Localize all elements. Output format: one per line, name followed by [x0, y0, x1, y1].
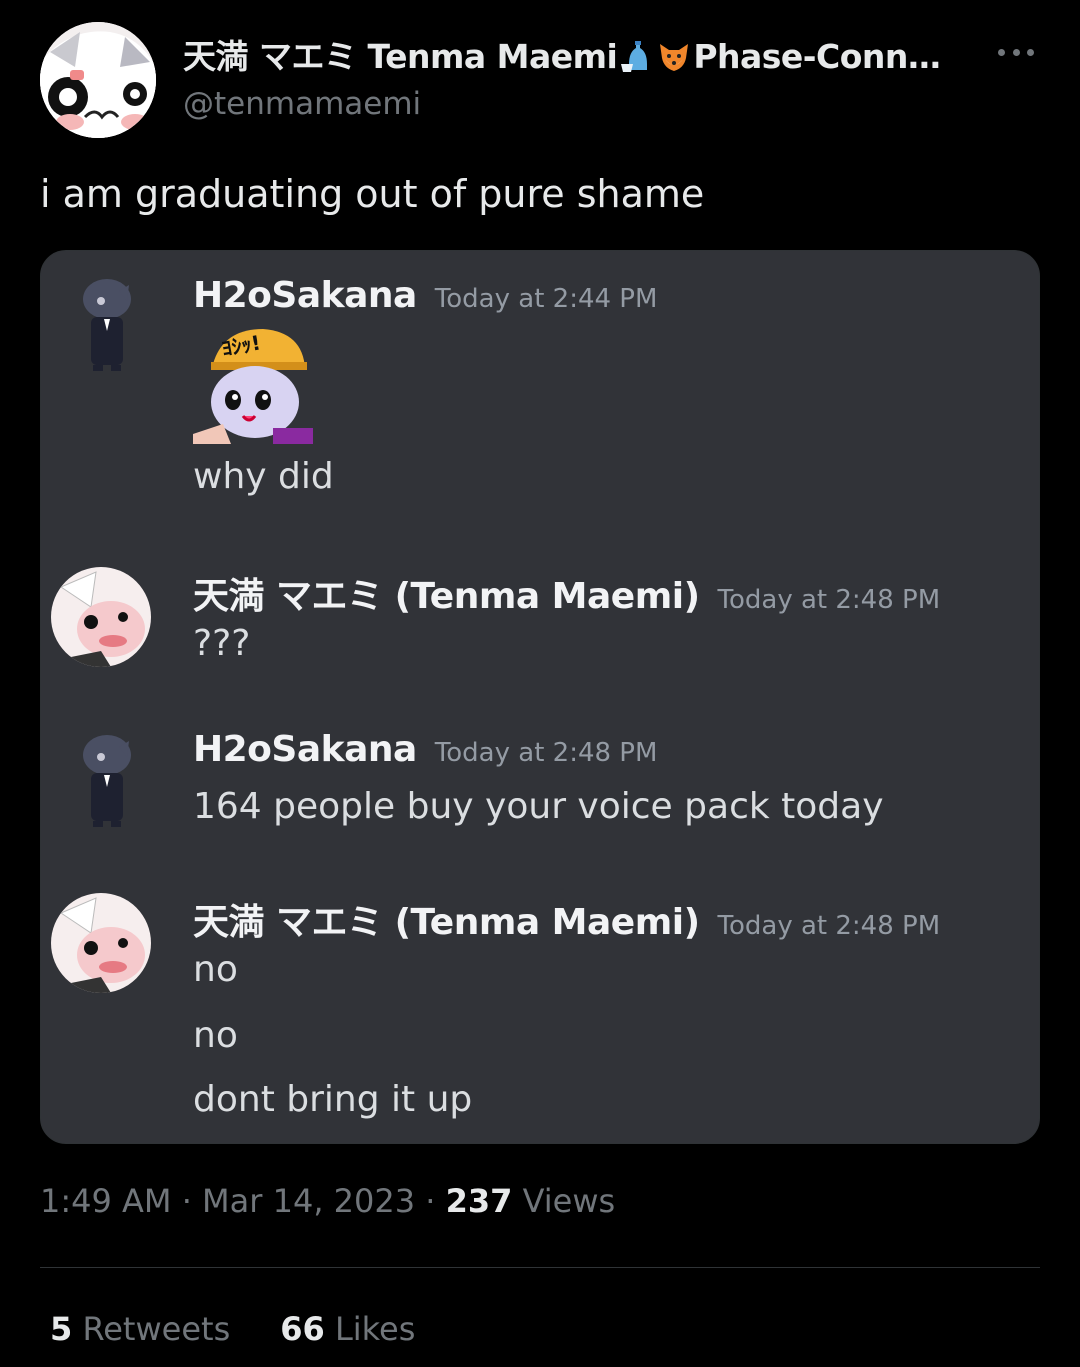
retweets-stat[interactable]: 5 Retweets: [50, 1310, 230, 1348]
more-options-icon[interactable]: [998, 42, 1034, 62]
sticker-image: ﾖｼｯ!: [193, 324, 313, 444]
author-handle[interactable]: @tenmamaemi: [183, 86, 940, 122]
h2osakana-avatar: [59, 271, 169, 381]
tweet-media-image[interactable]: H2oSakana Today at 2:44 PM ﾖｼｯ! why did: [40, 250, 1040, 1144]
sticker-art: ﾖｼｯ!: [193, 329, 313, 444]
tweet-time[interactable]: 1:49 AM: [40, 1182, 172, 1220]
divider: [40, 1267, 1040, 1268]
author-name-block: 天満 マエミ Tenma Maemi Phase-Conn… @tenmamae…: [183, 30, 941, 122]
message-text: why did: [193, 456, 334, 497]
likes-count: 66: [280, 1310, 325, 1348]
fox-icon: [660, 44, 689, 71]
more-dot: [1027, 48, 1034, 56]
display-name-suffix: Phase-Conn…: [693, 37, 941, 76]
message-username[interactable]: H2oSakana: [193, 729, 417, 770]
message-header: H2oSakana Today at 2:48 PM: [193, 729, 657, 770]
message-header: 天満 マエミ (Tenma Maemi) Today at 2:48 PM: [193, 893, 940, 945]
message-timestamp: Today at 2:48 PM: [717, 585, 941, 615]
tenma-avatar-image: [51, 893, 151, 993]
message-timestamp: Today at 2:48 PM: [717, 911, 941, 941]
message-text: no: [193, 949, 238, 990]
h2osakana-avatar: [59, 727, 169, 837]
h2osakana-avatar-image: [83, 279, 131, 371]
sake-icon: [621, 41, 648, 72]
message-username[interactable]: 天満 マエミ (Tenma Maemi): [193, 576, 700, 617]
tenma-maemi-avatar: [51, 893, 151, 993]
message-text: ???: [193, 623, 251, 664]
more-dot: [998, 48, 1005, 56]
likes-stat[interactable]: 66 Likes: [280, 1310, 415, 1348]
message-timestamp: Today at 2:44 PM: [434, 284, 658, 314]
message-timestamp: Today at 2:48 PM: [434, 738, 658, 768]
views-count: 237: [445, 1182, 513, 1220]
author-avatar-image: [40, 22, 156, 138]
message-header: 天満 マエミ (Tenma Maemi) Today at 2:48 PM: [193, 567, 940, 619]
tenma-avatar-image: [51, 567, 151, 667]
message-text: no: [193, 1015, 238, 1056]
message-text: 164 people buy your voice pack today: [193, 786, 884, 827]
message-text: dont bring it up: [193, 1079, 473, 1120]
likes-label: Likes: [334, 1310, 416, 1348]
more-dot: [1012, 48, 1020, 56]
retweets-count: 5: [50, 1310, 73, 1348]
engagement-stats: 5 Retweets 66 Likes: [50, 1310, 415, 1348]
tweet-timestamp-views: 1:49 AM · Mar 14, 2023 · 237 Views: [40, 1182, 616, 1220]
tenma-maemi-avatar: [51, 567, 151, 667]
views-label: Views: [522, 1182, 616, 1220]
display-name-text: 天満 マエミ Tenma Maemi: [183, 37, 618, 76]
message-header: H2oSakana Today at 2:44 PM: [193, 275, 657, 316]
tweet-text: i am graduating out of pure shame: [40, 172, 705, 216]
author-avatar[interactable]: [40, 22, 156, 138]
h2osakana-avatar-image: [83, 735, 131, 827]
retweets-label: Retweets: [82, 1310, 231, 1348]
tweet-header: 天満 マエミ Tenma Maemi Phase-Conn… @tenmamae…: [40, 22, 1040, 138]
tweet-date[interactable]: Mar 14, 2023: [202, 1182, 415, 1220]
message-username[interactable]: H2oSakana: [193, 275, 417, 316]
message-username[interactable]: 天満 マエミ (Tenma Maemi): [193, 902, 700, 943]
author-display-name[interactable]: 天満 マエミ Tenma Maemi Phase-Conn…: [183, 30, 941, 78]
